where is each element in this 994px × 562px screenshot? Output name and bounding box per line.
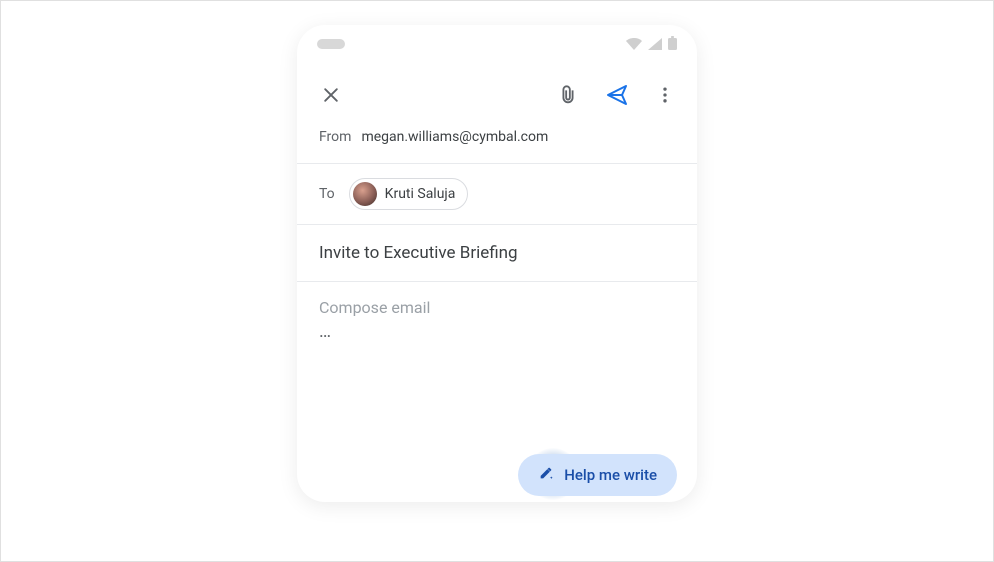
- help-me-write-button[interactable]: Help me write: [518, 454, 677, 496]
- send-icon: [605, 83, 629, 107]
- to-label: To: [319, 186, 335, 202]
- compose-toolbar: [297, 63, 697, 125]
- battery-icon: [668, 35, 677, 54]
- pencil-sparkle-icon: [538, 467, 554, 483]
- avatar: [353, 182, 377, 206]
- more-vert-icon: [655, 85, 675, 105]
- help-me-write-label: Help me write: [564, 466, 657, 484]
- close-icon: [321, 85, 341, 105]
- from-label: From: [319, 129, 351, 145]
- recipient-chip[interactable]: Kruti Saluja: [349, 178, 469, 210]
- body-ellipsis: …: [319, 321, 675, 342]
- more-button[interactable]: [655, 85, 675, 105]
- close-button[interactable]: [319, 83, 343, 107]
- paperclip-icon: [557, 84, 579, 106]
- status-bar: [297, 25, 697, 63]
- recipient-name: Kruti Saluja: [385, 186, 456, 202]
- body-placeholder: Compose email: [319, 298, 675, 317]
- signal-icon: [648, 35, 662, 54]
- send-button[interactable]: [605, 83, 629, 107]
- phone-frame: From megan.williams@cymbal.com To Kruti …: [297, 25, 697, 502]
- status-pill: [317, 39, 345, 49]
- attach-button[interactable]: [557, 84, 579, 106]
- from-email: megan.williams@cymbal.com: [361, 129, 548, 145]
- toolbar-actions: [557, 83, 675, 107]
- from-row[interactable]: From megan.williams@cymbal.com: [297, 125, 697, 163]
- compose-body[interactable]: Compose email … Help me write: [297, 282, 697, 502]
- subject-input[interactable]: Invite to Executive Briefing: [297, 225, 697, 281]
- to-row[interactable]: To Kruti Saluja: [297, 164, 697, 224]
- wifi-icon: [626, 35, 642, 54]
- status-icons: [626, 35, 677, 54]
